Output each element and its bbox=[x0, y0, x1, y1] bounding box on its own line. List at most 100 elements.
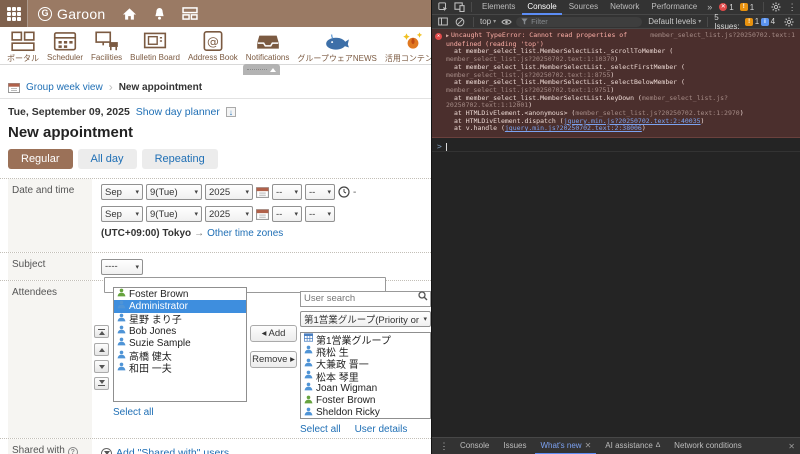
end-month-select[interactable]: Sep bbox=[101, 206, 143, 222]
tab-regular[interactable]: Regular bbox=[8, 149, 73, 169]
tab-console[interactable]: Console bbox=[522, 0, 561, 15]
issues-counter[interactable]: 5 Issues: 1 4 bbox=[714, 13, 775, 31]
select-all-attendees-link[interactable]: Select all bbox=[113, 407, 154, 418]
javascript-context-select[interactable]: top bbox=[480, 17, 496, 26]
time-picker-clock-icon[interactable] bbox=[338, 186, 350, 198]
app-scheduler[interactable]: Scheduler bbox=[44, 30, 86, 62]
candidate-item[interactable]: Foster Brown bbox=[301, 394, 430, 406]
stack-source-link[interactable]: member_select_list.js?20250702.text:1:10… bbox=[446, 55, 614, 63]
log-levels-select[interactable]: Default levels bbox=[648, 17, 701, 26]
toolbar-collapse-handle[interactable] bbox=[243, 64, 280, 75]
close-drawer-button[interactable] bbox=[788, 442, 795, 451]
start-year-select[interactable]: 2025 bbox=[205, 184, 253, 200]
tab-all-day[interactable]: All day bbox=[78, 149, 137, 169]
whale-news-icon bbox=[324, 30, 350, 52]
end-hour-select[interactable]: -- bbox=[272, 206, 302, 222]
stack-source-link[interactable]: jquery.min.js?20250702.text:2:38006 bbox=[505, 124, 642, 132]
app-katsuyo-contents[interactable]: 活用コンテンツ bbox=[382, 30, 431, 64]
date-line: Tue, September 09, 2025 Show day planner… bbox=[8, 106, 431, 118]
stack-source-link[interactable]: member_select_list.js?20250702.text:1:97… bbox=[446, 86, 610, 94]
drawer-menu-button[interactable] bbox=[437, 440, 451, 453]
error-source-link[interactable]: member_select_list.js?20250702.text:1 bbox=[650, 32, 795, 40]
portal-panels-button[interactable] bbox=[182, 7, 198, 20]
move-up-button[interactable] bbox=[94, 343, 109, 356]
notifications-bell-button[interactable] bbox=[153, 7, 166, 21]
app-groupware-news[interactable]: グループウェアNEWS bbox=[294, 30, 380, 64]
drawer-tab-whats-new[interactable]: What's new bbox=[535, 438, 596, 454]
search-icon[interactable] bbox=[418, 291, 428, 301]
device-toolbar-button[interactable] bbox=[452, 1, 466, 14]
move-top-button[interactable] bbox=[94, 325, 109, 338]
inspect-element-button[interactable] bbox=[436, 1, 450, 14]
console-sidebar-button[interactable] bbox=[436, 15, 450, 28]
tab-performance[interactable]: Performance bbox=[646, 0, 702, 15]
remove-attendee-button[interactable]: Remove ▸ bbox=[250, 351, 297, 368]
tab-elements[interactable]: Elements bbox=[477, 0, 520, 15]
app-bulletin-board[interactable]: Bulletin Board bbox=[127, 30, 183, 62]
organization-select[interactable]: 第1営業グループ(Priority organization) bbox=[300, 311, 431, 327]
attendee-item[interactable]: 星野 まり子 bbox=[114, 313, 246, 325]
candidate-item[interactable]: 松本 琴里 bbox=[301, 370, 430, 382]
row-subject: Subject ---- bbox=[0, 252, 431, 280]
show-day-planner-link[interactable]: Show day planner bbox=[136, 106, 220, 118]
clear-console-button[interactable] bbox=[453, 15, 467, 28]
move-down-button[interactable] bbox=[94, 360, 109, 373]
add-attendee-button[interactable]: ◂ Add bbox=[250, 325, 297, 342]
more-tabs-button[interactable]: » bbox=[704, 2, 715, 12]
expand-shared-icon[interactable] bbox=[101, 448, 112, 454]
user-details-link[interactable]: User details bbox=[355, 424, 408, 435]
help-icon[interactable]: ? bbox=[68, 447, 78, 454]
drawer-tab-network-conditions[interactable]: Network conditions bbox=[669, 438, 747, 454]
date-picker-icon[interactable] bbox=[256, 186, 269, 198]
user-search-input[interactable] bbox=[300, 291, 431, 307]
add-shared-users-link[interactable]: Add "Shared with" users bbox=[116, 447, 229, 454]
kebab-menu-icon bbox=[788, 2, 797, 13]
attendee-item[interactable]: Foster Brown bbox=[114, 288, 246, 300]
start-day-select[interactable]: 9(Tue) bbox=[146, 184, 202, 200]
home-button[interactable] bbox=[122, 7, 137, 21]
eye-button[interactable] bbox=[499, 15, 513, 28]
end-minute-select[interactable]: -- bbox=[305, 206, 335, 222]
drawer-tab-issues[interactable]: Issues bbox=[498, 438, 531, 454]
move-bottom-button[interactable] bbox=[94, 377, 109, 390]
stack-source-link[interactable]: member_select_list.js?20250702.text:1:12… bbox=[446, 94, 728, 110]
console-settings-button[interactable] bbox=[782, 15, 796, 28]
expand-triangle-icon[interactable]: ▶ bbox=[446, 33, 449, 39]
close-whats-new-icon[interactable] bbox=[585, 438, 592, 454]
drawer-tab-console[interactable]: Console bbox=[455, 438, 494, 454]
tab-repeating[interactable]: Repeating bbox=[142, 149, 218, 169]
sidebar-panel-icon bbox=[438, 17, 448, 26]
attendee-item[interactable]: Bob Jones bbox=[114, 325, 246, 337]
start-minute-select[interactable]: -- bbox=[305, 184, 335, 200]
select-all-candidates-link[interactable]: Select all bbox=[300, 424, 341, 435]
attendee-item[interactable]: 和田 一夫 bbox=[114, 362, 246, 374]
start-month-select[interactable]: Sep bbox=[101, 184, 143, 200]
app-notifications[interactable]: Notifications bbox=[243, 30, 293, 62]
app-portal[interactable]: ポータル bbox=[4, 30, 42, 64]
console-filter-input[interactable]: Filter bbox=[516, 17, 642, 27]
breadcrumb-parent-link[interactable]: Group week view bbox=[26, 82, 103, 93]
app-launcher-button[interactable] bbox=[0, 0, 28, 27]
other-time-zones-link[interactable]: Other time zones bbox=[207, 228, 283, 239]
subject-category-select[interactable]: ---- bbox=[101, 259, 143, 275]
end-year-select[interactable]: 2025 bbox=[205, 206, 253, 222]
drawer-tab-ai-assistance[interactable]: AI assistance∆ bbox=[600, 438, 665, 454]
end-day-select[interactable]: 9(Tue) bbox=[146, 206, 202, 222]
day-planner-expand-icon[interactable]: ↓ bbox=[226, 107, 236, 117]
error-count-badge[interactable]: 1 bbox=[719, 3, 733, 12]
candidate-list[interactable]: 第1営業グループ飛松 生大兼政 晋一松本 琴里Joan WigmanFoster… bbox=[300, 332, 431, 419]
devtools-menu-button[interactable] bbox=[785, 1, 799, 14]
start-hour-select[interactable]: -- bbox=[272, 184, 302, 200]
app-facilities[interactable]: Facilities bbox=[88, 30, 125, 62]
member-name: Foster Brown bbox=[129, 289, 188, 300]
app-address-book[interactable]: @ Address Book bbox=[185, 30, 241, 62]
warning-count-badge[interactable]: 1 bbox=[740, 3, 754, 12]
date-picker-icon[interactable] bbox=[256, 208, 269, 220]
candidate-item[interactable]: Joan Wigman bbox=[301, 382, 430, 394]
tab-network[interactable]: Network bbox=[605, 0, 644, 15]
garoon-logo[interactable]: G Garoon bbox=[38, 6, 106, 22]
console-prompt[interactable]: > bbox=[432, 138, 800, 152]
tab-sources[interactable]: Sources bbox=[564, 0, 603, 15]
attendee-list[interactable]: Foster BrownAdministrator星野 まり子Bob Jones… bbox=[113, 287, 247, 402]
candidate-item[interactable]: Sheldon Ricky bbox=[301, 407, 430, 419]
